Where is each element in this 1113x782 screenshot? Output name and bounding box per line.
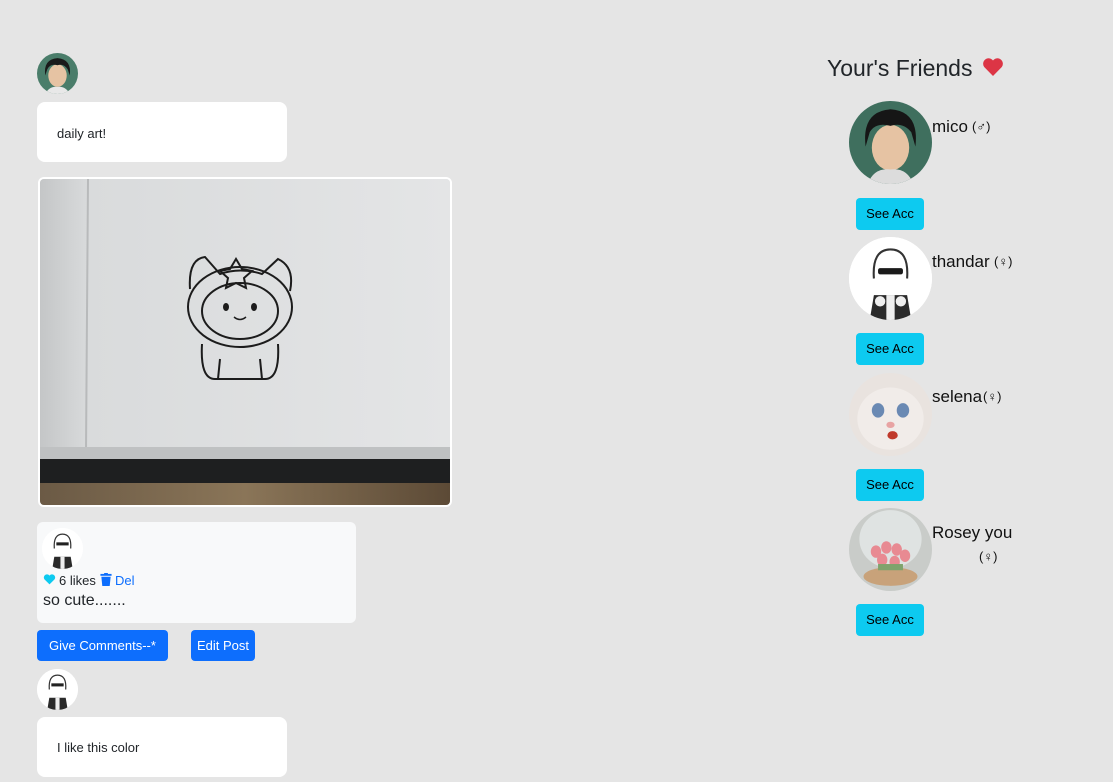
commenter-avatar[interactable]: [42, 528, 83, 569]
give-comments-button[interactable]: Give Comments--*: [37, 630, 168, 661]
comment-text: so cute.......: [43, 592, 126, 609]
heart-icon: [981, 56, 1005, 84]
second-post-caption-card: I like this color: [37, 717, 287, 777]
see-account-button-thandar[interactable]: See Acc: [856, 333, 924, 365]
delete-link[interactable]: Del: [115, 573, 135, 588]
friend-avatar-rosey[interactable]: [849, 508, 932, 591]
see-account-button-mico[interactable]: See Acc: [856, 198, 924, 230]
see-account-button-selena[interactable]: See Acc: [856, 469, 924, 501]
friend-gender-selena: (♀): [983, 389, 1002, 404]
like-heart-icon[interactable]: [43, 573, 56, 586]
comment-card: 6 likes Del so cute.......: [37, 522, 356, 623]
likes-count: 6 likes: [59, 573, 96, 588]
friend-gender-rosey: (♀): [979, 549, 998, 564]
friend-name-thandar: thandar: [932, 252, 990, 271]
edit-post-button[interactable]: Edit Post: [191, 630, 255, 661]
friend-gender-thandar: (♀): [994, 254, 1013, 269]
trash-icon[interactable]: [100, 573, 112, 586]
second-post-author-avatar[interactable]: [37, 669, 78, 710]
friend-name-rosey: Rosey you: [932, 523, 1013, 542]
friend-avatar-thandar[interactable]: [849, 237, 932, 320]
friends-title-text: Your's Friends: [827, 55, 973, 81]
friend-avatar-selena[interactable]: [849, 373, 932, 456]
friends-title: Your's Friends: [827, 55, 1005, 84]
post-image: [38, 177, 452, 507]
post-caption: daily art!: [57, 126, 107, 141]
friend-gender-mico: (♂): [972, 119, 991, 134]
friend-name-selena: selena: [932, 387, 983, 406]
friend-avatar-mico[interactable]: [849, 101, 932, 184]
see-account-button-rosey[interactable]: See Acc: [856, 604, 924, 636]
friend-name-mico: mico: [932, 117, 968, 136]
second-post-caption: I like this color: [57, 740, 140, 755]
post-caption-card: daily art!: [37, 102, 287, 162]
post-author-avatar[interactable]: [37, 53, 78, 94]
